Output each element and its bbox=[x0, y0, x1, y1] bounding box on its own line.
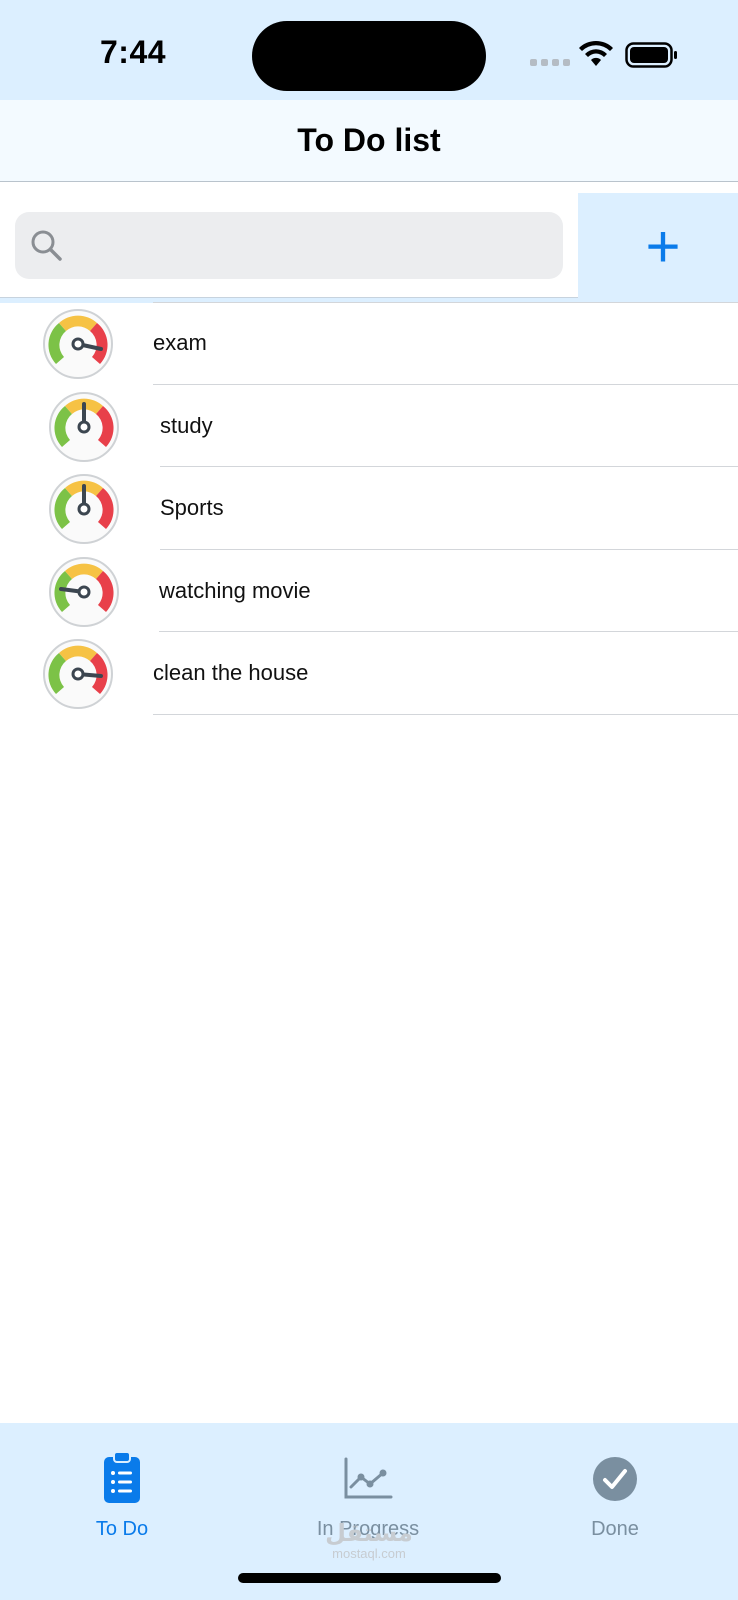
task-label: study bbox=[160, 412, 213, 438]
gauge-medium-icon bbox=[49, 391, 119, 462]
tab-label: Done bbox=[591, 1518, 639, 1540]
navigation-bar: To Do list bbox=[0, 100, 738, 182]
task-label: clean the house bbox=[153, 660, 309, 685]
search-icon bbox=[31, 230, 62, 261]
row-divider bbox=[153, 713, 738, 715]
tab-done[interactable]: Done bbox=[535, 1451, 695, 1541]
battery-icon bbox=[625, 42, 677, 68]
gauge-medium-icon bbox=[49, 474, 119, 544]
status-time: 7:44 bbox=[100, 34, 167, 70]
gauge-high-icon bbox=[43, 639, 113, 709]
page-title: To Do list bbox=[297, 122, 441, 158]
task-label: exam bbox=[153, 330, 207, 355]
search-panel bbox=[0, 193, 578, 298]
search-field[interactable] bbox=[15, 212, 563, 279]
checkmark-circle-icon bbox=[593, 1457, 637, 1501]
watermark-latin: mostaql.com bbox=[332, 1546, 406, 1561]
watermark: مستقل mostaql.com bbox=[300, 1520, 438, 1562]
wifi-icon bbox=[579, 40, 613, 66]
task-row[interactable]: study bbox=[0, 385, 738, 467]
watermark-arabic: مستقل bbox=[325, 1520, 413, 1547]
task-row[interactable]: exam bbox=[0, 302, 738, 385]
cellular-signal-icon bbox=[530, 59, 570, 66]
search-input[interactable] bbox=[77, 212, 547, 279]
status-bar: 7:44 bbox=[0, 0, 738, 100]
tab-label: To Do bbox=[95, 1518, 149, 1540]
search-row: + bbox=[0, 193, 738, 303]
tab-todo[interactable]: To Do bbox=[42, 1451, 202, 1541]
task-label: watching movie bbox=[159, 577, 311, 603]
clipboard-list-icon bbox=[104, 1451, 140, 1503]
task-label: Sports bbox=[160, 495, 224, 520]
task-list: exam study Sports watching movie clean t… bbox=[0, 302, 738, 715]
home-indicator bbox=[238, 1573, 501, 1583]
task-row[interactable]: clean the house bbox=[0, 632, 738, 715]
add-task-button[interactable]: + bbox=[630, 213, 696, 280]
task-row[interactable]: watching movie bbox=[0, 550, 738, 632]
dynamic-island bbox=[252, 21, 486, 91]
gauge-low-icon bbox=[49, 556, 119, 627]
gauge-high-icon bbox=[43, 309, 113, 379]
task-row[interactable]: Sports bbox=[0, 467, 738, 550]
line-chart-icon bbox=[344, 1457, 393, 1499]
